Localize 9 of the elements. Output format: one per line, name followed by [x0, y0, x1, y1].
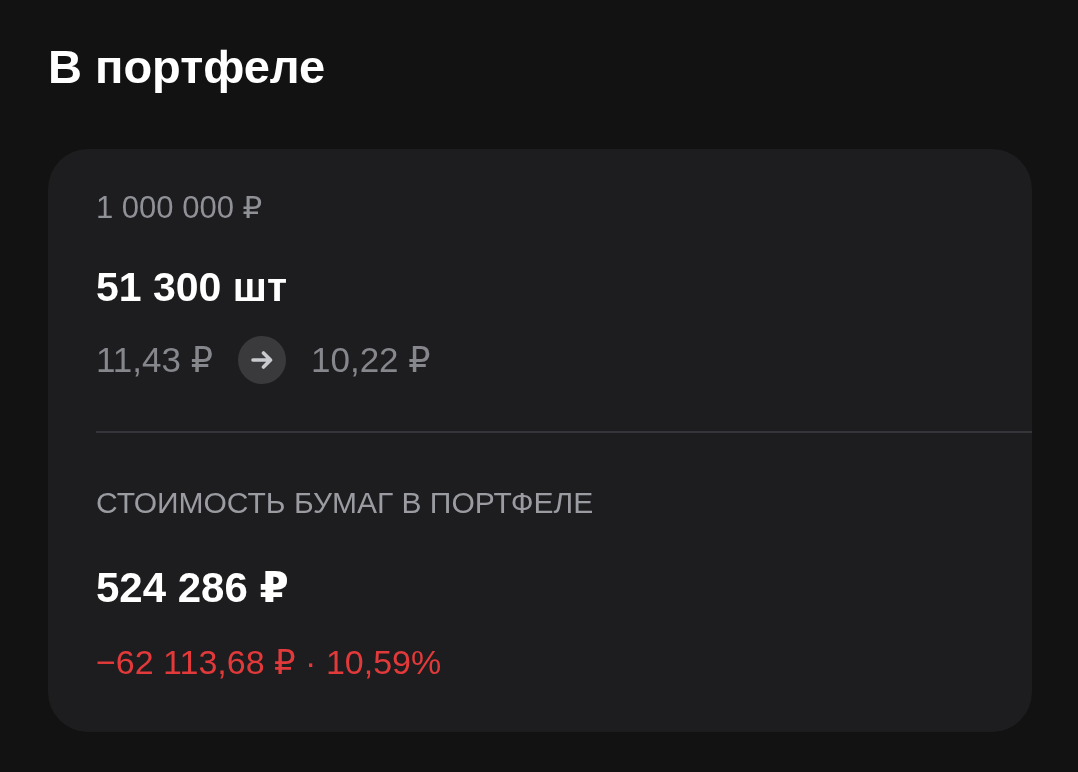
buy-price: 11,43 ₽	[96, 338, 213, 381]
value-change: −62 113,68 ₽ · 10,59%	[96, 642, 442, 683]
portfolio-value-label: СТОИМОСТЬ БУМАГ В ПОРТФЕЛЕ	[96, 484, 594, 521]
current-price: 10,22 ₽	[311, 338, 431, 381]
invested-amount: 1 000 000 ₽	[96, 189, 263, 227]
section-title: В портфеле	[48, 39, 326, 95]
share-quantity: 51 300 шт	[96, 262, 288, 312]
portfolio-value: 524 286 ₽	[96, 562, 289, 613]
arrow-right-icon	[238, 335, 286, 384]
